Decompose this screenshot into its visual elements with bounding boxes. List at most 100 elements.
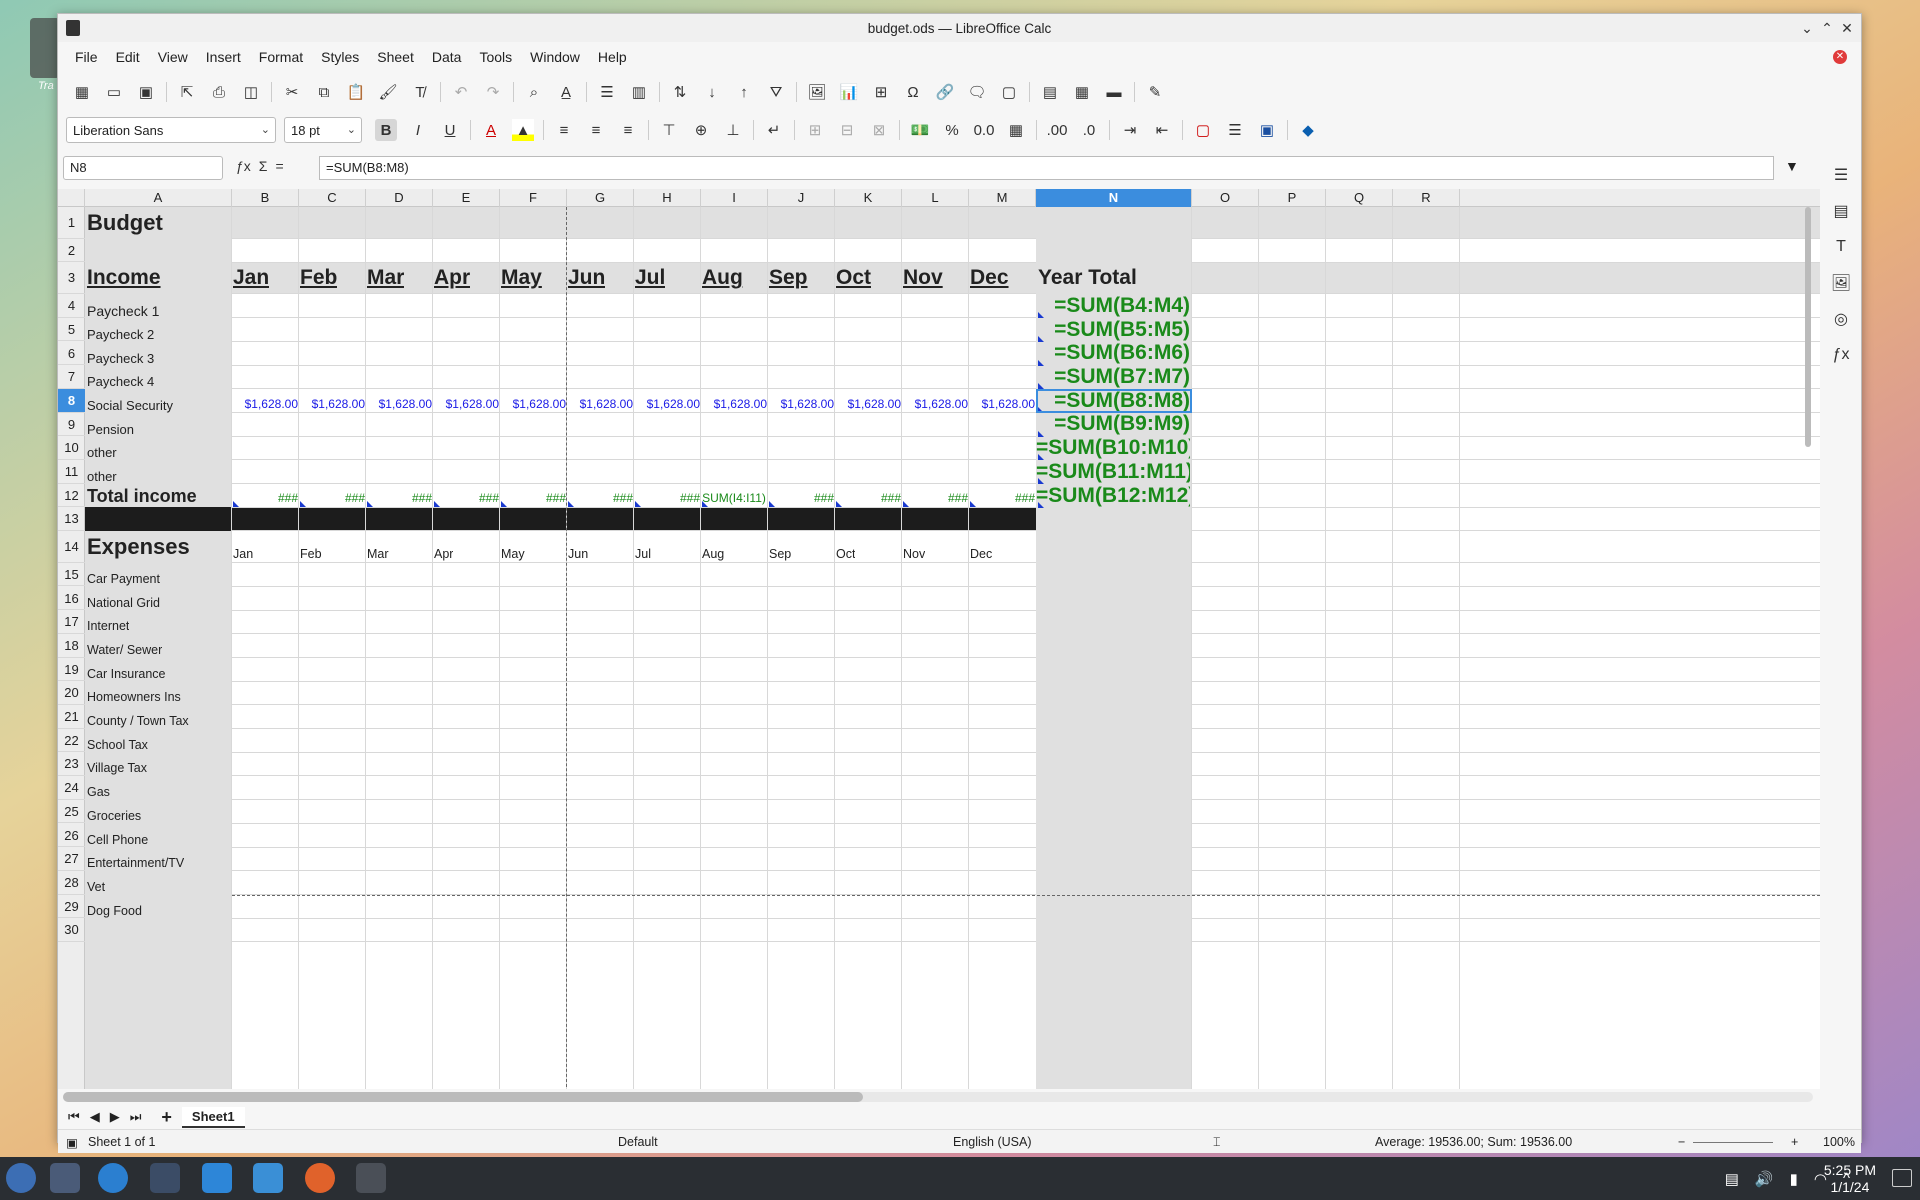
insert-image-icon[interactable]: 🖼 [806, 81, 828, 103]
hyperlink-icon[interactable]: 🔗 [934, 81, 956, 103]
social-security-value[interactable]: $1,628.00 [969, 397, 1035, 411]
expense-month-oct[interactable]: Oct [836, 547, 855, 561]
formula-equals-icon[interactable]: = [275, 158, 283, 174]
column-header-g[interactable]: G [567, 189, 634, 207]
expense-row-label[interactable]: Village Tax [87, 761, 147, 775]
expense-row-label[interactable]: School Tax [87, 738, 148, 752]
month-header-jan[interactable]: Jan [233, 265, 269, 291]
row-header-10[interactable]: 10 [58, 436, 85, 460]
expense-month-aug[interactable]: Aug [702, 547, 724, 561]
expense-month-mar[interactable]: Mar [367, 547, 389, 561]
column-header-n[interactable]: N [1036, 189, 1192, 207]
sort-ascending-icon[interactable]: ↓ [701, 81, 723, 103]
expense-month-nov[interactable]: Nov [903, 547, 925, 561]
row-header-26[interactable]: 26 [58, 824, 85, 848]
column-header-a[interactable]: A [85, 189, 232, 207]
social-security-value[interactable]: $1,628.00 [768, 397, 834, 411]
currency-format-icon[interactable]: 💵 [909, 119, 931, 141]
find-replace-icon[interactable]: ⌕ [523, 81, 545, 103]
align-left-icon[interactable]: ≡ [553, 119, 575, 141]
row-header-22[interactable]: 22 [58, 729, 85, 753]
special-character-icon[interactable]: Ω [902, 81, 924, 103]
total-income-value[interactable]: ### [500, 491, 566, 505]
income-row-label[interactable]: other [87, 445, 117, 460]
sort-descending-icon[interactable]: ↑ [733, 81, 755, 103]
social-security-value[interactable]: $1,628.00 [634, 397, 700, 411]
expense-row-label[interactable]: Internet [87, 619, 129, 633]
increase-indent-icon[interactable]: ⇥ [1119, 119, 1141, 141]
column-header-q[interactable]: Q [1326, 189, 1393, 207]
merge-center-icon[interactable]: ⊟ [836, 119, 858, 141]
expense-row-label[interactable]: National Grid [87, 596, 160, 610]
clear-formatting-icon[interactable]: T̸ [409, 81, 431, 103]
total-income-value[interactable]: ### [902, 491, 968, 505]
font-size-combo[interactable]: 18 pt ⌄ [284, 117, 362, 143]
sort-icon[interactable]: ⇅ [669, 81, 691, 103]
expense-month-jul[interactable]: Jul [635, 547, 651, 561]
expense-row-label[interactable]: Cell Phone [87, 833, 148, 847]
calc-task-icon[interactable] [356, 1163, 386, 1193]
expense-month-jan[interactable]: Jan [233, 547, 253, 561]
month-header-may[interactable]: May [501, 265, 542, 291]
expense-row-label[interactable]: Dog Food [87, 904, 142, 918]
print-icon[interactable]: ⎙ [208, 81, 230, 103]
column-header-c[interactable]: C [299, 189, 366, 207]
wrap-text-icon[interactable]: ↵ [763, 119, 785, 141]
date-format-icon[interactable]: ▦ [1005, 119, 1027, 141]
row-header-16[interactable]: 16 [58, 587, 85, 611]
zoom-slider[interactable] [1693, 1142, 1773, 1143]
month-header-jul[interactable]: Jul [635, 265, 665, 291]
income-row-label[interactable]: Paycheck 4 [87, 374, 154, 389]
year-total-formula[interactable]: =SUM(B7:M7) [1036, 365, 1190, 389]
row-header-2[interactable]: 2 [58, 239, 85, 263]
social-security-value[interactable]: $1,628.00 [902, 397, 968, 411]
row-header-30[interactable]: 30 [58, 918, 85, 942]
freeze-rows-columns-icon[interactable]: ▦ [1071, 81, 1093, 103]
browser-icon[interactable] [98, 1163, 128, 1193]
percent-format-icon[interactable]: % [941, 119, 963, 141]
store-icon[interactable] [202, 1163, 232, 1193]
menu-data[interactable]: Data [423, 49, 471, 65]
menu-view[interactable]: View [149, 49, 197, 65]
social-security-value[interactable]: $1,628.00 [299, 397, 365, 411]
year-total-formula[interactable]: =SUM(B9:M9) [1036, 412, 1190, 436]
zoom-out-icon[interactable]: − [1678, 1135, 1685, 1149]
paste-icon[interactable]: 📋 [345, 81, 367, 103]
sidebar-menu-icon[interactable]: ☰ [1830, 164, 1852, 186]
year-total-label[interactable]: Year Total [1038, 265, 1137, 291]
comment-icon[interactable]: 🗨 [966, 81, 988, 103]
conditional-format-icon[interactable]: ◆ [1297, 119, 1319, 141]
year-total-formula[interactable]: =SUM(B10:M10) [1036, 436, 1190, 460]
navigator-icon[interactable]: ◎ [1830, 308, 1852, 330]
social-security-value[interactable]: $1,628.00 [701, 397, 767, 411]
row-header-20[interactable]: 20 [58, 681, 85, 705]
expense-row-label[interactable]: Car Payment [87, 572, 160, 586]
zoom-in-icon[interactable]: + [1791, 1135, 1798, 1149]
total-income-value[interactable]: ### [835, 491, 901, 505]
define-print-area-icon[interactable]: ▤ [1039, 81, 1061, 103]
income-row-label[interactable]: Paycheck 1 [87, 303, 159, 319]
properties-icon[interactable]: ▤ [1830, 200, 1852, 222]
month-header-oct[interactable]: Oct [836, 265, 871, 291]
social-security-value[interactable]: $1,628.00 [433, 397, 499, 411]
expand-formula-icon[interactable]: ▼ [1785, 158, 1799, 174]
total-income-value[interactable]: ### [634, 491, 700, 505]
sheet-title[interactable]: Budget [87, 210, 163, 236]
column-header-h[interactable]: H [634, 189, 701, 207]
row-header-25[interactable]: 25 [58, 800, 85, 824]
month-header-jun[interactable]: Jun [568, 265, 605, 291]
row-header-6[interactable]: 6 [58, 342, 85, 366]
zoom-level[interactable]: 100% [1823, 1135, 1855, 1149]
expense-row-label[interactable]: Car Insurance [87, 667, 166, 681]
row-header-28[interactable]: 28 [58, 871, 85, 895]
menu-styles[interactable]: Styles [312, 49, 368, 65]
redo-icon[interactable]: ↷ [482, 81, 504, 103]
next-sheet-icon[interactable]: ▶ [110, 1109, 120, 1125]
column-header-d[interactable]: D [366, 189, 433, 207]
functions-icon[interactable]: ƒx [1830, 344, 1852, 366]
row-header-27[interactable]: 27 [58, 847, 85, 871]
expense-month-feb[interactable]: Feb [300, 547, 322, 561]
menu-edit[interactable]: Edit [107, 49, 149, 65]
month-header-nov[interactable]: Nov [903, 265, 943, 291]
income-label[interactable]: Income [87, 265, 161, 291]
